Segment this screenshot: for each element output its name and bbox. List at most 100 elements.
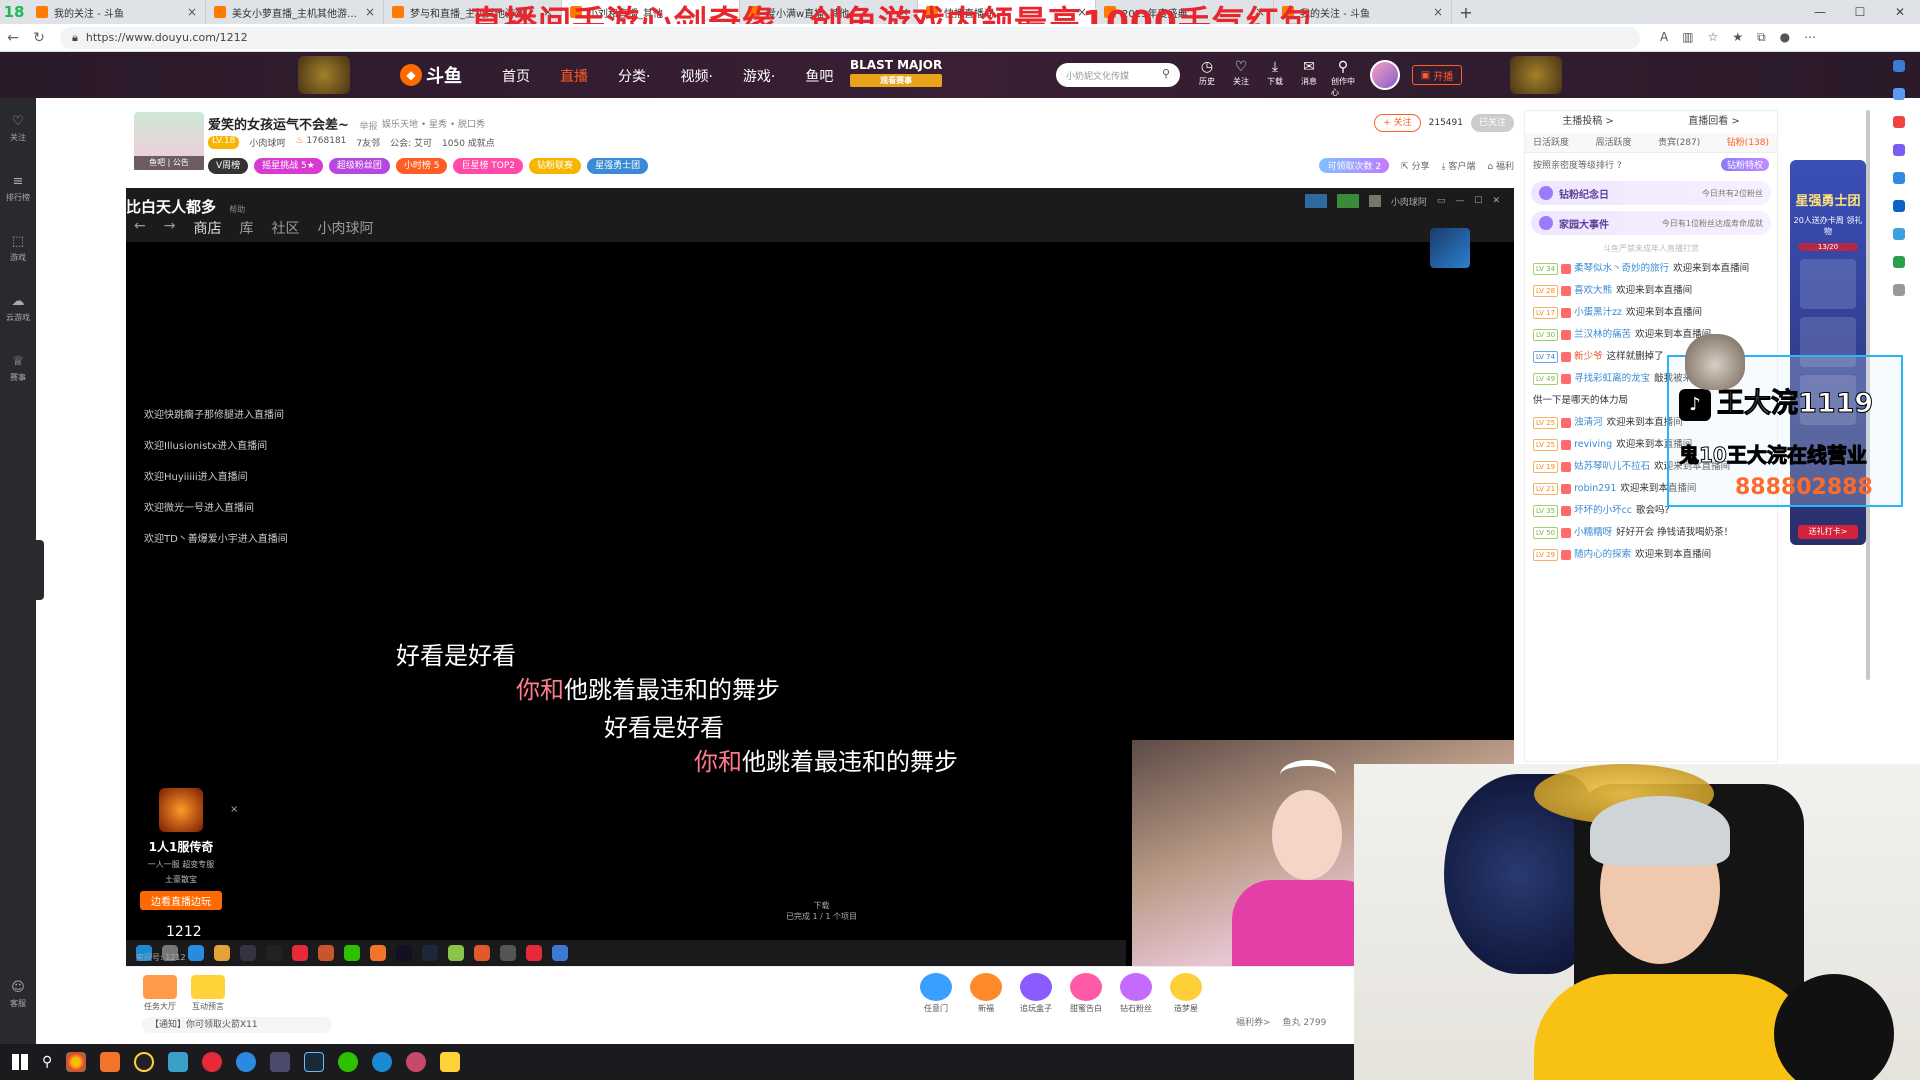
- room-category[interactable]: 娱乐天地 • 星秀 • 脱口秀: [382, 117, 485, 130]
- client-button[interactable]: ⤓ 客户端: [1442, 159, 1476, 172]
- nav-item[interactable]: 鱼吧: [805, 66, 833, 86]
- search-icon[interactable]: ⚲: [1162, 67, 1170, 80]
- gift-item[interactable]: 造梦屋: [1164, 973, 1208, 1014]
- welfare-button[interactable]: ⌂ 福利: [1487, 159, 1514, 172]
- netease-music-icon[interactable]: [202, 1052, 223, 1072]
- achievement-points[interactable]: 1050 成就点: [442, 136, 495, 149]
- tab-close-icon[interactable]: ×: [1433, 5, 1443, 19]
- chat-username[interactable]: 柔琴似水丶奇妙的旅行: [1574, 263, 1669, 274]
- rail-item[interactable]: ⬚ 游戏: [0, 218, 36, 278]
- rank-tab[interactable]: 周活跃度: [1596, 133, 1632, 152]
- header-icon-2[interactable]: ⤓ 下载: [1263, 58, 1287, 98]
- nav-item[interactable]: 首页: [502, 66, 530, 86]
- room-badge[interactable]: V周榜: [208, 158, 249, 174]
- new-tab-button[interactable]: +: [1452, 3, 1480, 22]
- chat-username[interactable]: 小蛋黑汁zz: [1574, 307, 1622, 318]
- room-badge[interactable]: 摇星挑战 5★: [254, 158, 323, 174]
- app-tool-icon[interactable]: [168, 1052, 189, 1072]
- user-avatar[interactable]: [1370, 60, 1400, 90]
- shortcut-item[interactable]: 互动预言: [188, 975, 228, 1012]
- chat-username[interactable]: 喜欢大熊: [1574, 285, 1612, 296]
- follow-button[interactable]: + 关注: [1374, 114, 1421, 132]
- chat-top-tab[interactable]: 主播投稿 >: [1562, 111, 1614, 133]
- send-side-icon[interactable]: [1893, 228, 1905, 240]
- search-box[interactable]: 小奶妮文化传媒 ⚲: [1056, 63, 1180, 87]
- minimize-icon[interactable]: —: [1800, 0, 1840, 24]
- app-game-icon[interactable]: [270, 1052, 291, 1072]
- tree-side-icon[interactable]: [1893, 256, 1905, 268]
- rank-tab[interactable]: 钻粉(138): [1727, 133, 1769, 152]
- gift-claim-pill[interactable]: 可领取次数 2: [1319, 158, 1390, 173]
- chat-username[interactable]: 小糯糯呀: [1574, 527, 1612, 538]
- back-icon[interactable]: ←: [0, 30, 26, 46]
- chat-username[interactable]: 随内心的探索: [1574, 549, 1631, 560]
- close-icon[interactable]: ✕: [1880, 0, 1920, 24]
- tab-close-icon[interactable]: ×: [187, 5, 197, 19]
- gift-item[interactable]: 追玩盒子: [1014, 973, 1058, 1014]
- app-orange-icon[interactable]: [100, 1052, 121, 1072]
- edge-icon[interactable]: [236, 1052, 257, 1072]
- rail-item[interactable]: ☁ 云游戏: [0, 278, 36, 338]
- fishball-balance[interactable]: 鱼丸 2799: [1283, 1015, 1327, 1028]
- chrome-icon[interactable]: [66, 1052, 87, 1072]
- browser-tab[interactable]: 我的关注 - 斗鱼 ×: [28, 0, 206, 24]
- rank-tab[interactable]: 日活跃度: [1533, 133, 1569, 152]
- more-icon[interactable]: ⋯: [1804, 30, 1816, 45]
- obs-icon[interactable]: [134, 1052, 155, 1072]
- site-logo[interactable]: ◆ 斗鱼: [400, 62, 462, 88]
- search-icon[interactable]: ⚲: [42, 1054, 52, 1070]
- favorites-list-icon[interactable]: ★: [1732, 30, 1743, 45]
- rank-tab[interactable]: 贵宾(287): [1658, 133, 1700, 152]
- vip-privilege-button[interactable]: 钻粉特权: [1720, 157, 1769, 171]
- video-player[interactable]: 比白天人都多 帮助 ← → 商店 库 社区 小肉球阿 小肉球阿 ▭ — ☐ ✕ 欢迎快跳瘸…: [126, 188, 1514, 966]
- gift-item[interactable]: 新福: [964, 973, 1008, 1014]
- favorite-icon[interactable]: ☆: [1708, 30, 1719, 45]
- rail-item[interactable]: ♕ 赛事: [0, 338, 36, 398]
- tab-close-icon[interactable]: ×: [365, 5, 375, 19]
- nav-item[interactable]: 直播: [560, 66, 588, 86]
- header-icon-0[interactable]: ◷ 历史: [1195, 58, 1219, 98]
- room-badge[interactable]: 小时榜 5: [395, 158, 448, 174]
- gift-item[interactable]: 钻石粉丝: [1114, 973, 1158, 1014]
- people-side-icon[interactable]: [1893, 144, 1905, 156]
- game-ad-card[interactable]: 1人1服传奇 一人一服 超变专服 土豪散宝 边看直播边玩: [140, 788, 222, 920]
- ad-play-button[interactable]: 边看直播边玩: [140, 891, 222, 910]
- room-badge[interactable]: 超级粉丝团: [328, 158, 390, 174]
- notice-bar[interactable]: 【通知】你可领取火箭X11: [142, 1017, 332, 1033]
- header-icon-1[interactable]: ♡ 关注: [1229, 58, 1253, 98]
- welfare-coupon-link[interactable]: 福利券>: [1236, 1015, 1271, 1028]
- gift-item[interactable]: 任意门: [914, 973, 958, 1014]
- avatar-caption[interactable]: 鱼吧 | 公告: [134, 156, 204, 170]
- chat-username[interactable]: 浊清河: [1574, 417, 1603, 428]
- activity-checkin-button[interactable]: 送礼打卡>: [1798, 525, 1858, 539]
- nav-item[interactable]: 游戏·: [743, 66, 775, 86]
- chat-username[interactable]: 兰汉林的痛苦: [1574, 329, 1631, 340]
- go-live-button[interactable]: ▣ 开播: [1412, 65, 1462, 85]
- header-icon-4[interactable]: ⚲ 创作中心: [1331, 58, 1355, 98]
- app-pink-icon[interactable]: [406, 1052, 427, 1072]
- header-icon-3[interactable]: ✉ 消息: [1297, 58, 1321, 98]
- nav-item[interactable]: 视频·: [680, 66, 712, 86]
- chat-top-tab[interactable]: 直播回看 >: [1688, 111, 1740, 133]
- chat-username[interactable]: 寻找彩虹离的龙宝: [1574, 373, 1650, 384]
- chat-event-card[interactable]: 家园大事件 今日有1位粉丝达成寿命成就: [1531, 211, 1771, 235]
- friends-count[interactable]: 7友邻: [356, 136, 380, 149]
- windows-start-icon[interactable]: [12, 1054, 28, 1070]
- rail-item-customer-service[interactable]: ☺ 客服: [0, 964, 36, 1024]
- tools-side-icon[interactable]: [1893, 116, 1905, 128]
- nav-item[interactable]: 分类·: [618, 66, 650, 86]
- guild-name[interactable]: 公会: 艾可: [390, 136, 432, 149]
- wechat-icon[interactable]: [338, 1052, 359, 1072]
- tag-side-icon[interactable]: [1893, 88, 1905, 100]
- browser-tab[interactable]: 美女小萝直播_主机其他游戏直播 ×: [206, 0, 384, 24]
- chat-event-card[interactable]: 钻粉纪念日 今日共有2位粉丝: [1531, 181, 1771, 205]
- major-banner[interactable]: BLAST MAJOR 观看赛事: [850, 58, 943, 87]
- shortcut-item[interactable]: 任务大厅: [140, 975, 180, 1012]
- outlook-side-icon[interactable]: [1893, 200, 1905, 212]
- search-side-icon[interactable]: [1893, 60, 1905, 72]
- room-badge[interactable]: 星强勇士团: [587, 158, 649, 174]
- rail-collapse-handle[interactable]: [36, 540, 44, 600]
- anchor-avatar[interactable]: 鱼吧 | 公告: [134, 112, 204, 170]
- profile-icon[interactable]: ●: [1780, 30, 1790, 45]
- anchor-name[interactable]: 小肉球呵: [249, 136, 285, 149]
